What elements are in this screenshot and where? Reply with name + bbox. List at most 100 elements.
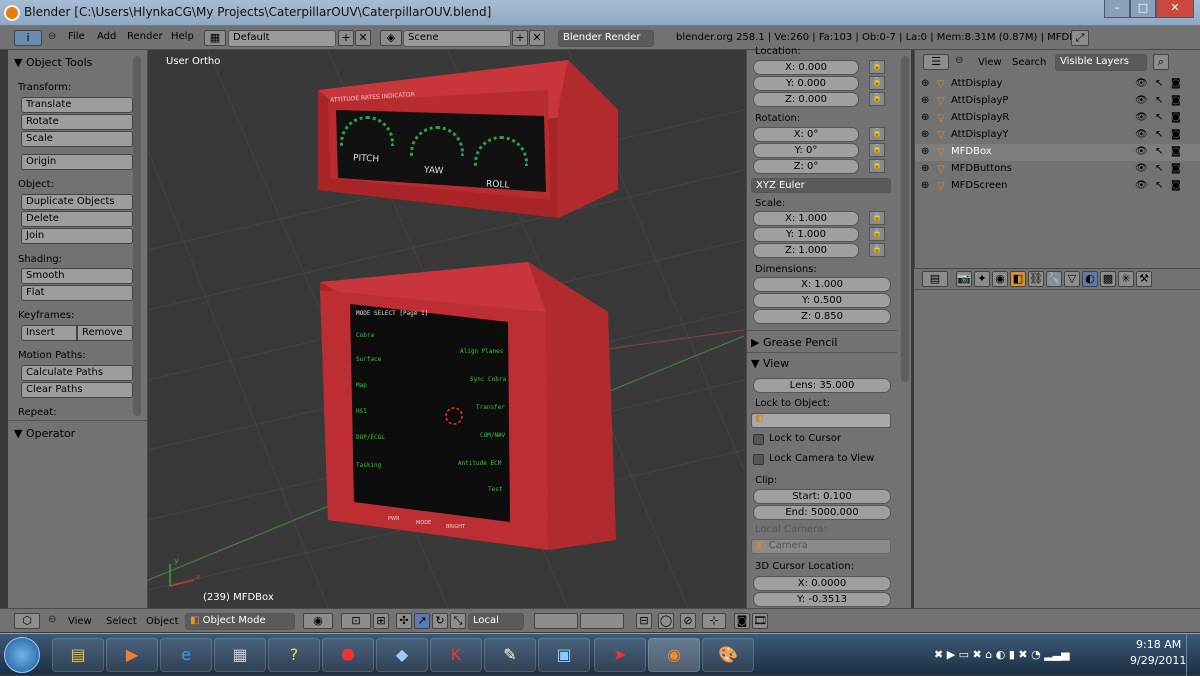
select-arrow-icon[interactable]: ↖ (1155, 95, 1163, 106)
visibility-eye-icon[interactable]: 👁 (1135, 112, 1148, 123)
render-camera-icon[interactable]: ◙ (1171, 112, 1181, 123)
lock-layers-icon[interactable]: ⊟ (636, 613, 652, 629)
remove-layout-icon[interactable]: ✕ (355, 30, 371, 46)
select-arrow-icon[interactable]: ↖ (1155, 78, 1163, 89)
viewport-shading-icon[interactable]: ◉ (303, 613, 333, 629)
close-button[interactable]: ✕ (1156, 0, 1194, 18)
outliner-row[interactable]: ⊕ ▽ MFDScreen 👁 ↖ ◙ (915, 178, 1200, 195)
layout-field[interactable]: Default (228, 30, 336, 47)
location-y-field[interactable]: Y: 0.000 (753, 76, 859, 91)
menu-object[interactable]: Object (146, 616, 179, 627)
location-x-field[interactable]: X: 0.000 (753, 60, 859, 75)
render-camera-icon[interactable]: ◙ (1171, 129, 1181, 140)
join-button[interactable]: Join (21, 228, 133, 244)
lock-scale-z-icon[interactable]: 🔒 (869, 243, 885, 257)
snap-icon[interactable]: ⊘ (680, 613, 696, 629)
rotation-mode-select[interactable]: XYZ Euler (751, 178, 891, 193)
lock-location-y-icon[interactable]: 🔒 (869, 76, 885, 90)
menu-help[interactable]: Help (171, 31, 194, 42)
lock-camera-checkbox[interactable] (753, 454, 764, 465)
scene-tab-icon[interactable]: ✦ (974, 271, 990, 287)
visibility-eye-icon[interactable]: 👁 (1135, 146, 1148, 157)
expand-icon[interactable]: ⊕ (921, 163, 929, 174)
dimensions-z-field[interactable]: Z: 0.850 (753, 309, 891, 324)
render-tab-icon[interactable]: 📷 (956, 271, 972, 287)
constraints-tab-icon[interactable]: ⛓ (1028, 271, 1044, 287)
clip-end-field[interactable]: End: 5000.000 (753, 505, 891, 520)
lock-scale-x-icon[interactable]: 🔒 (869, 211, 885, 225)
visibility-eye-icon[interactable]: 👁 (1135, 163, 1148, 174)
remove-scene-icon[interactable]: ✕ (529, 30, 545, 46)
outliner-item-name[interactable]: MFDButtons (951, 163, 1012, 174)
notes-taskbar-icon[interactable]: ◆ (376, 638, 428, 672)
lens-field[interactable]: Lens: 35.000 (753, 378, 891, 393)
outliner-item-name[interactable]: MFDScreen (951, 180, 1007, 191)
clock-time[interactable]: 9:18 AM (1136, 638, 1181, 651)
physics-tab-icon[interactable]: ⚒ (1136, 271, 1152, 287)
operator-header[interactable]: ▼ Operator (14, 427, 75, 440)
calculator-taskbar-icon[interactable]: ▦ (214, 638, 266, 672)
insert-keyframe-button[interactable]: Insert (21, 325, 77, 341)
start-button-icon[interactable] (4, 637, 40, 673)
image-viewer-taskbar-icon[interactable]: ▣ (538, 638, 590, 672)
dimensions-x-field[interactable]: X: 1.000 (753, 277, 891, 292)
3d-viewport[interactable]: User Ortho (239) MFDBox x y ATTITUDE RAT… (148, 50, 744, 608)
view-header[interactable]: ▼ View (751, 357, 789, 370)
visibility-eye-icon[interactable]: 👁 (1135, 129, 1148, 140)
lock-rotation-z-icon[interactable]: 🔒 (869, 159, 885, 173)
rotation-y-field[interactable]: Y: 0° (753, 143, 859, 158)
explorer-taskbar-icon[interactable]: ▤ (52, 638, 104, 672)
clear-paths-button[interactable]: Clear Paths (21, 382, 133, 398)
help-taskbar-icon[interactable]: ? (268, 638, 320, 672)
origin-button[interactable]: Origin (21, 154, 133, 170)
scale-z-field[interactable]: Z: 1.000 (753, 243, 859, 258)
kaspersky-taskbar-icon[interactable]: K (430, 638, 482, 672)
collapse-icon[interactable]: ⊖ (48, 31, 56, 42)
outliner-item-name[interactable]: AttDisplay (951, 78, 1002, 89)
expand-icon[interactable]: ⊕ (921, 95, 929, 106)
render-still-icon[interactable]: ◙ (734, 613, 750, 629)
select-arrow-icon[interactable]: ↖ (1155, 163, 1163, 174)
outliner-view-menu[interactable]: View (978, 57, 1002, 68)
outliner-row-selected[interactable]: ⊕ ▽ MFDBox 👁 ↖ ◙ (915, 144, 1200, 161)
scale-manipulator-icon[interactable]: ⤡ (450, 613, 466, 629)
calculate-paths-button[interactable]: Calculate Paths (21, 365, 133, 381)
scale-x-field[interactable]: X: 1.000 (753, 211, 859, 226)
expand-icon[interactable]: ⊕ (921, 78, 929, 89)
menu-render[interactable]: Render (127, 31, 163, 42)
layers-grid-2[interactable] (580, 613, 624, 629)
render-camera-icon[interactable]: ◙ (1171, 146, 1181, 157)
info-editor-icon[interactable]: i (14, 30, 42, 46)
lock-scale-y-icon[interactable]: 🔒 (869, 227, 885, 241)
mfd-box-mesh[interactable] (320, 262, 616, 550)
screen-layout-icon[interactable]: ▦ (204, 30, 226, 46)
location-z-field[interactable]: Z: 0.000 (753, 92, 859, 107)
visibility-eye-icon[interactable]: 👁 (1135, 95, 1148, 106)
properties-editor-icon[interactable]: ▤ (922, 271, 948, 287)
render-anim-icon[interactable]: 🎞 (752, 613, 768, 629)
pivot-toggle-icon[interactable]: ⊞ (373, 613, 389, 629)
scale-y-field[interactable]: Y: 1.000 (753, 227, 859, 242)
media-player-taskbar-icon[interactable]: ▶ (106, 638, 158, 672)
material-tab-icon[interactable]: ◐ (1082, 271, 1098, 287)
smooth-button[interactable]: Smooth (21, 268, 133, 284)
outliner-search-menu[interactable]: Search (1012, 57, 1046, 68)
manipulator-icon[interactable]: ✣ (396, 613, 412, 629)
menu-add[interactable]: Add (97, 31, 116, 42)
outliner-item-name[interactable]: AttDisplayY (951, 129, 1008, 140)
lock-to-cursor-checkbox[interactable] (753, 434, 764, 445)
fullscreen-icon[interactable]: ⤢ (1071, 30, 1089, 46)
dimensions-y-field[interactable]: Y: 0.500 (753, 293, 891, 308)
texture-tab-icon[interactable]: ▩ (1100, 271, 1116, 287)
pivot-point-icon[interactable]: ⊡ (341, 613, 371, 629)
render-camera-icon[interactable]: ◙ (1171, 78, 1181, 89)
menu-select[interactable]: Select (106, 616, 137, 627)
world-tab-icon[interactable]: ◉ (992, 271, 1008, 287)
expand-icon[interactable]: ⊕ (921, 146, 929, 157)
lock-rotation-y-icon[interactable]: 🔒 (869, 143, 885, 157)
3d-view-editor-icon[interactable]: ⬡ (14, 613, 40, 629)
tool-shelf-scrollbar[interactable] (133, 56, 141, 416)
internet-explorer-taskbar-icon[interactable]: e (160, 638, 212, 672)
select-arrow-icon[interactable]: ↖ (1155, 112, 1163, 123)
remove-keyframe-button[interactable]: Remove (77, 325, 133, 341)
